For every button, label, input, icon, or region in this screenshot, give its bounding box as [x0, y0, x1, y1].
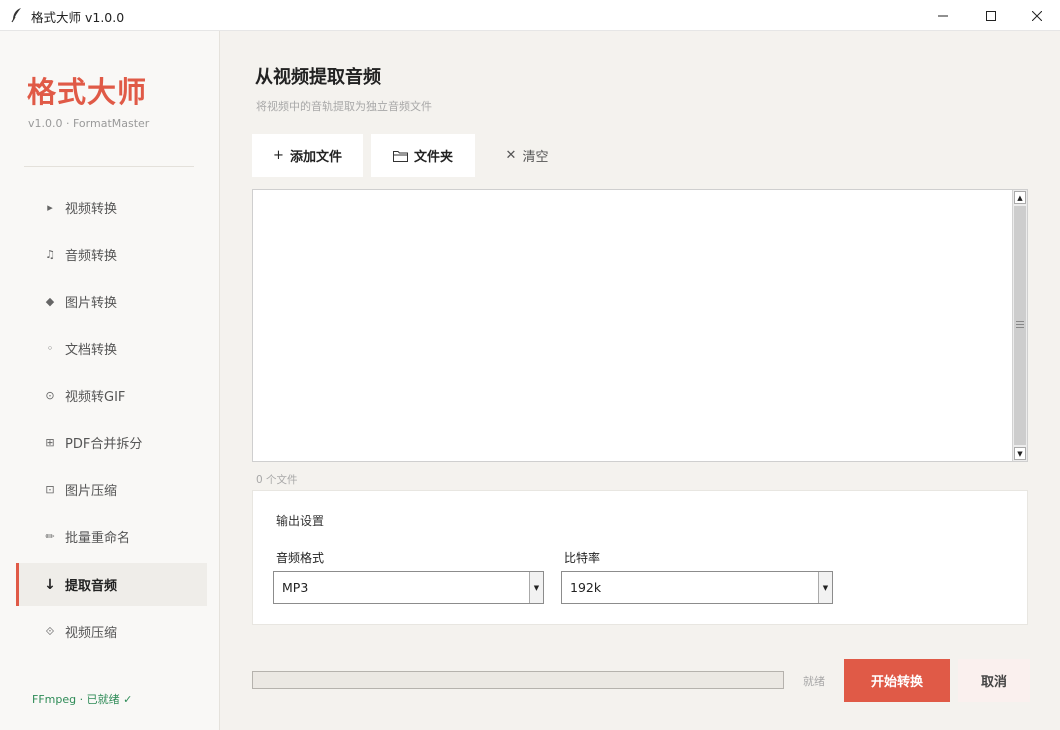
version-text: v1.0.0 · FormatMaster	[28, 117, 150, 130]
add-files-label: 添加文件	[289, 150, 342, 165]
file-list[interactable]: ▲ ▼	[252, 189, 1028, 462]
file-list-scrollbar[interactable]: ▲ ▼	[1012, 190, 1027, 461]
sidebar: 格式大师 v1.0.0 · FormatMaster ▸ 视频转换 ♫ 音频转换…	[0, 31, 220, 730]
ffmpeg-status: FFmpeg · 已就绪 ✓	[32, 693, 133, 706]
sidebar-item-extract-audio[interactable]: ↓ 提取音频	[16, 563, 207, 606]
arrow-down-icon: ↓	[44, 576, 56, 593]
sidebar-item-label: 文档转换	[65, 343, 118, 358]
sidebar-divider	[24, 166, 194, 167]
folder-icon	[392, 150, 408, 162]
add-folder-button[interactable]: 文件夹	[371, 134, 475, 177]
add-folder-label: 文件夹	[413, 150, 453, 165]
scroll-down-button[interactable]: ▼	[1014, 447, 1026, 460]
sidebar-item-batch-rename[interactable]: ✏ 批量重命名	[16, 515, 207, 558]
feather-icon	[11, 8, 21, 23]
file-count: 0 个文件	[256, 474, 298, 486]
sidebar-item-label: PDF合并拆分	[65, 437, 143, 452]
start-convert-button[interactable]: 开始转换	[844, 659, 950, 702]
close-button[interactable]	[1014, 0, 1060, 31]
progress-bar	[252, 671, 784, 689]
brand-title: 格式大师	[27, 75, 148, 109]
audio-format-label: 音频格式	[276, 551, 325, 565]
sidebar-item-video-convert[interactable]: ▸ 视频转换	[16, 186, 207, 229]
output-settings-panel: 输出设置 音频格式 MP3 ▼ 比特率 192k ▼	[252, 490, 1028, 625]
diamond-icon: ◆	[45, 295, 55, 308]
plus-icon: +	[273, 148, 284, 163]
sidebar-item-label: 视频转换	[65, 202, 118, 217]
sidebar-item-label: 视频压缩	[65, 626, 118, 641]
chevron-down-icon[interactable]: ▼	[529, 572, 543, 603]
maximize-button[interactable]	[968, 0, 1014, 31]
clear-button[interactable]: ✕ 清空	[497, 134, 557, 177]
sidebar-item-label: 批量重命名	[65, 531, 131, 546]
bitrate-select[interactable]: 192k ▼	[561, 571, 833, 604]
sidebar-item-video-to-gif[interactable]: ⊙ 视频转GIF	[16, 374, 207, 417]
scroll-grip-icon	[1016, 321, 1024, 328]
title-bar: 格式大师 v1.0.0	[0, 0, 1060, 31]
cancel-button[interactable]: 取消	[958, 659, 1030, 702]
minimize-button[interactable]	[920, 0, 966, 31]
window-title: 格式大师 v1.0.0	[31, 10, 125, 25]
sidebar-item-video-compress[interactable]: ⟐ 视频压缩	[16, 610, 207, 653]
page-subtitle: 将视频中的音轨提取为独立音频文件	[256, 100, 432, 113]
sidebar-item-label: 图片转换	[65, 296, 118, 311]
sidebar-item-document-convert[interactable]: ◦ 文档转换	[16, 327, 207, 370]
chevron-down-icon[interactable]: ▼	[818, 572, 832, 603]
x-icon: ✕	[505, 148, 517, 163]
grid-icon: ⊞	[45, 436, 55, 449]
page-title: 从视频提取音频	[255, 67, 381, 88]
sidebar-item-pdf-merge-split[interactable]: ⊞ PDF合并拆分	[16, 421, 207, 464]
sidebar-item-label: 图片压缩	[65, 484, 118, 499]
target-icon: ⊙	[45, 389, 55, 402]
sidebar-item-audio-convert[interactable]: ♫ 音频转换	[16, 233, 207, 276]
audio-format-value: MP3	[282, 580, 309, 595]
output-settings-header: 输出设置	[276, 514, 325, 528]
square-dot-icon: ⊡	[45, 483, 55, 496]
maximize-icon	[986, 10, 996, 21]
compress-icon: ⟐	[45, 624, 55, 638]
circle-icon: ◦	[46, 342, 54, 355]
status-text: 就绪	[803, 675, 825, 688]
sidebar-item-label: 提取音频	[65, 579, 118, 594]
music-note-icon: ♫	[45, 248, 55, 261]
audio-format-select[interactable]: MP3 ▼	[273, 571, 544, 604]
sidebar-item-image-compress[interactable]: ⊡ 图片压缩	[16, 468, 207, 511]
bitrate-label: 比特率	[564, 551, 601, 565]
close-icon	[1032, 10, 1042, 21]
sidebar-item-label: 音频转换	[65, 249, 118, 264]
play-icon: ▸	[47, 201, 53, 214]
sidebar-item-image-convert[interactable]: ◆ 图片转换	[16, 280, 207, 323]
sidebar-item-label: 视频转GIF	[65, 390, 126, 405]
add-files-button[interactable]: + 添加文件	[252, 134, 363, 177]
pencil-icon: ✏	[45, 530, 55, 543]
minimize-icon	[938, 15, 948, 16]
clear-label: 清空	[522, 150, 549, 165]
scroll-up-button[interactable]: ▲	[1014, 191, 1026, 204]
bitrate-value: 192k	[570, 580, 602, 595]
